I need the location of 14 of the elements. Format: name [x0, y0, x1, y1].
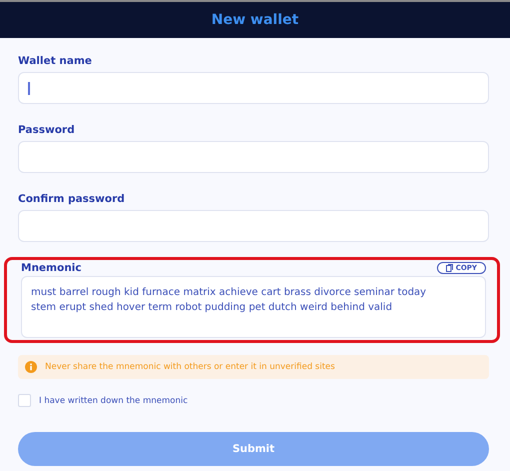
checkbox-label: I have written down the mnemonic — [39, 396, 188, 406]
checkbox[interactable] — [18, 394, 31, 407]
info-icon — [25, 361, 37, 373]
field-label: Mnemonic — [21, 262, 82, 274]
warning-text: Never share the mnemonic with others or enter it in unverified sites — [45, 362, 335, 372]
field-label: Wallet name — [18, 55, 93, 67]
mnemonic-box[interactable]: must barrel rough kid furnace matrix achieve cart brass divorce seminar today stem erupt shed hover term robot pudding pet dutch weird behind valid — [21, 276, 486, 338]
field-label: Confirm password — [18, 193, 126, 205]
input-field[interactable] — [18, 141, 489, 173]
page-title: New wallet — [211, 12, 299, 28]
field-label: Password — [18, 124, 76, 136]
copy-icon — [446, 264, 453, 272]
input-field[interactable] — [18, 210, 489, 242]
input-field[interactable] — [18, 72, 489, 104]
